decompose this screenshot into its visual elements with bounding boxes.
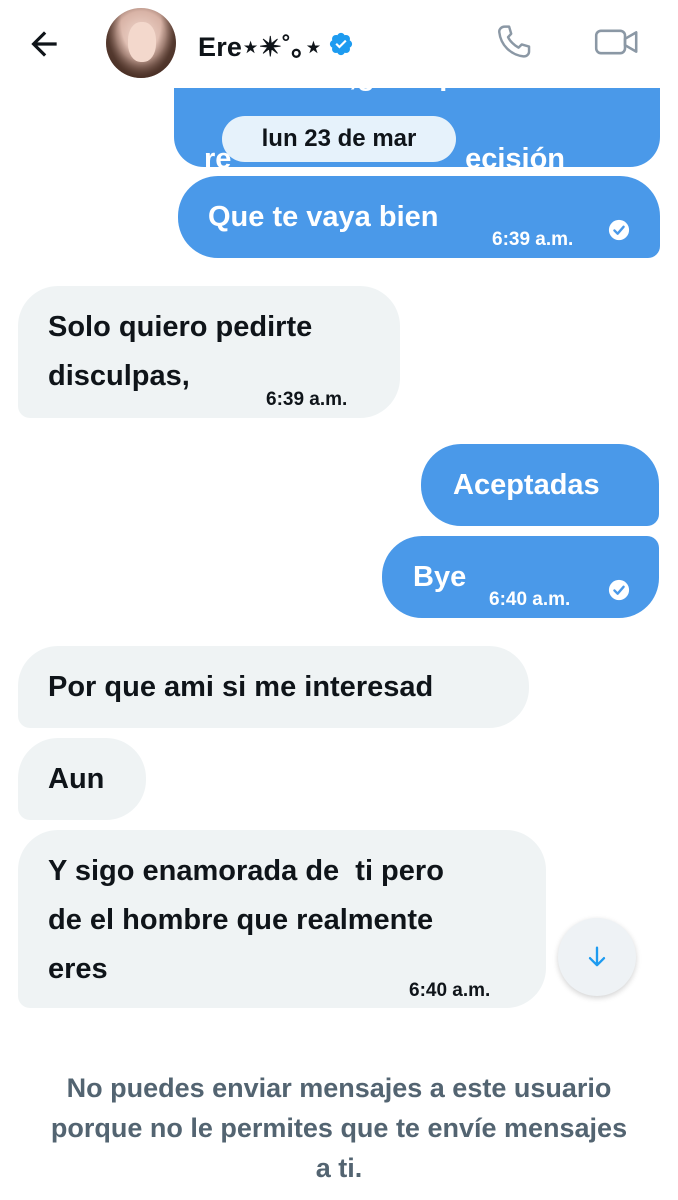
- message-time: 6:39 a.m.: [492, 229, 574, 250]
- phone-icon[interactable]: [490, 18, 538, 66]
- message-bubble-outgoing[interactable]: Que te vaya bien 6:39 a.m.: [178, 176, 660, 258]
- conversation-header: Ere⋆✴︎˚｡⋆: [0, 0, 678, 88]
- arrow-left-icon[interactable]: [22, 22, 66, 66]
- message-time: 6:40 a.m.: [489, 589, 571, 610]
- message-text: Que te vaya bien: [208, 201, 439, 233]
- message-bubble-incoming[interactable]: Solo quiero pedirte disculpas, 6:39 a.m.: [18, 286, 400, 418]
- message-text: Solo quiero pedirte: [48, 311, 313, 343]
- messaging-restricted-notice: No puedes enviar mensajes a este usuario…: [50, 1073, 628, 1183]
- message-bubble-incoming[interactable]: Aun: [18, 738, 146, 820]
- date-separator: lun 23 de mar: [222, 116, 456, 162]
- message-text: Bye: [413, 561, 467, 593]
- message-text: Aun: [48, 763, 105, 795]
- message-time: 6:40 a.m.: [409, 980, 491, 1001]
- message-text: disculpas,: [48, 360, 190, 392]
- message-bubble-incoming[interactable]: Y sigo enamorada de ti pero de el hombre…: [18, 830, 546, 1008]
- arrow-down-icon: [588, 946, 606, 967]
- message-bubble-outgoing[interactable]: Aceptadas: [421, 444, 659, 526]
- message-bubble-outgoing[interactable]: Bye 6:40 a.m.: [382, 536, 659, 618]
- message-text: eres: [48, 953, 108, 985]
- message-text: Aceptadas: [453, 469, 600, 501]
- contact-name: Ere⋆✴︎˚｡⋆: [198, 31, 323, 62]
- message-bubble-incoming[interactable]: Por que ami si me interesad: [18, 646, 529, 728]
- contact-name-area[interactable]: Ere⋆✴︎˚｡⋆: [198, 22, 354, 66]
- scroll-to-bottom-button[interactable]: [558, 918, 636, 996]
- read-receipt-icon: [608, 579, 630, 601]
- video-camera-icon[interactable]: [590, 18, 644, 66]
- message-time: 6:39 a.m.: [266, 389, 348, 410]
- avatar[interactable]: [106, 8, 176, 78]
- message-text: de el hombre que realmente: [48, 904, 434, 936]
- read-receipt-icon: [608, 219, 630, 241]
- verified-badge-icon: [328, 31, 354, 57]
- message-text: Por que ami si me interesad: [48, 671, 434, 703]
- message-text: Y sigo enamorada de ti pero: [48, 855, 444, 887]
